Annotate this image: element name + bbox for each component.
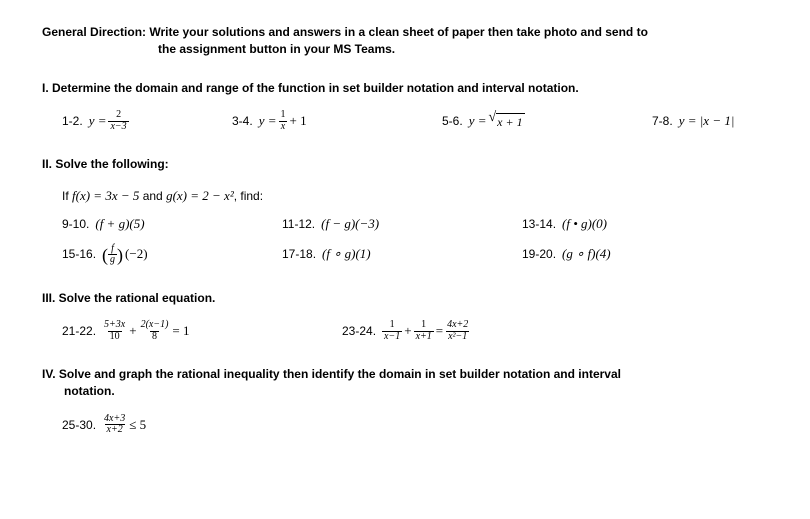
q19-label: 19-20.	[522, 246, 556, 263]
section-II-row2: 15-16. ( f g ) (−2) 17-18. (f ∘ g)(1) 19…	[42, 244, 768, 266]
q21-label: 21-22.	[62, 323, 96, 340]
q15-label: 15-16.	[62, 246, 96, 263]
q25: 25-30. 4x+3 x+2 ≤ 5	[62, 414, 146, 436]
q13-expr: (f • g)(0)	[562, 215, 607, 233]
q11-label: 11-12.	[282, 216, 315, 233]
q1: 1-2. y = 2 x−3	[62, 110, 232, 132]
q9-label: 9-10.	[62, 216, 89, 233]
q11: 11-12. (f − g)(−3)	[282, 215, 522, 233]
q25-tail: ≤ 5	[129, 416, 146, 434]
q3-lhs: y =	[469, 112, 487, 130]
q19: 19-20. (g ∘ f)(4)	[522, 244, 611, 266]
q1-fraction: 2 x−3	[108, 110, 128, 132]
q13: 13-14. (f • g)(0)	[522, 215, 607, 233]
q25-frac: 4x+3 x+2	[102, 414, 127, 436]
q21: 21-22. 5+3x 10 + 2(x−1) 8 = 1	[62, 320, 342, 342]
section-IV-heading: IV. Solve and graph the rational inequal…	[42, 366, 768, 400]
q2-label: 3-4.	[232, 113, 253, 130]
q25-label: 25-30.	[62, 417, 96, 434]
q17-expr: (f ∘ g)(1)	[322, 245, 371, 263]
q11-expr: (f − g)(−3)	[321, 215, 379, 233]
q13-label: 13-14.	[522, 216, 556, 233]
q23-frac2: 1 x+1	[414, 320, 434, 342]
section-II-prompt: If f(x) = 3x − 5 and g(x) = 2 − x², find…	[42, 187, 768, 205]
q15-tail: (−2)	[125, 245, 148, 263]
general-direction-line1: General Direction: Write your solutions …	[42, 24, 768, 41]
q2: 3-4. y = 1 x + 1	[232, 110, 442, 132]
q9-expr: (f + g)(5)	[95, 215, 144, 233]
q1-lhs: y =	[89, 112, 107, 130]
q3: 5-6. y = √ x + 1	[442, 110, 652, 132]
general-direction: General Direction: Write your solutions …	[42, 24, 768, 58]
section-IV-row: 25-30. 4x+3 x+2 ≤ 5	[42, 414, 768, 436]
q3-sqrt: √ x + 1	[488, 111, 524, 131]
section-I: I. Determine the domain and range of the…	[42, 80, 768, 133]
q2-tail: + 1	[289, 112, 306, 130]
q23-frac1: 1 x−1	[382, 320, 402, 342]
section-III-row: 21-22. 5+3x 10 + 2(x−1) 8 = 1 23-24. 1 x…	[42, 320, 768, 342]
section-I-heading: I. Determine the domain and range of the…	[42, 80, 768, 97]
section-III-heading: III. Solve the rational equation.	[42, 290, 768, 307]
q21-frac2: 2(x−1) 8	[139, 320, 171, 342]
q4-label: 7-8.	[652, 113, 673, 130]
q23: 23-24. 1 x−1 + 1 x+1 = 4x+2 x²−1	[342, 320, 470, 342]
section-III: III. Solve the rational equation. 21-22.…	[42, 290, 768, 343]
section-I-row: 1-2. y = 2 x−3 3-4. y = 1 x + 1 5-6.	[42, 110, 768, 132]
q15: 15-16. ( f g ) (−2)	[62, 244, 282, 266]
q4-expr: y = |x − 1|	[679, 112, 735, 130]
q1-label: 1-2.	[62, 113, 83, 130]
q4: 7-8. y = |x − 1|	[652, 110, 734, 132]
q9: 9-10. (f + g)(5)	[62, 215, 282, 233]
general-direction-line2: the assignment button in your MS Teams.	[42, 41, 768, 58]
q3-label: 5-6.	[442, 113, 463, 130]
section-II-row1: 9-10. (f + g)(5) 11-12. (f − g)(−3) 13-1…	[42, 215, 768, 233]
q21-frac1: 5+3x 10	[102, 320, 127, 342]
q2-lhs: y =	[259, 112, 277, 130]
q23-label: 23-24.	[342, 323, 376, 340]
q23-frac3: 4x+2 x²−1	[445, 320, 470, 342]
q15-paren: ( f g )	[102, 244, 123, 266]
q17-label: 17-18.	[282, 246, 316, 263]
q2-fraction: 1 x	[278, 110, 287, 132]
q19-expr: (g ∘ f)(4)	[562, 245, 611, 263]
section-II: II. Solve the following: If f(x) = 3x − …	[42, 156, 768, 265]
section-II-heading: II. Solve the following:	[42, 156, 768, 173]
section-IV: IV. Solve and graph the rational inequal…	[42, 366, 768, 436]
q17: 17-18. (f ∘ g)(1)	[282, 244, 522, 266]
